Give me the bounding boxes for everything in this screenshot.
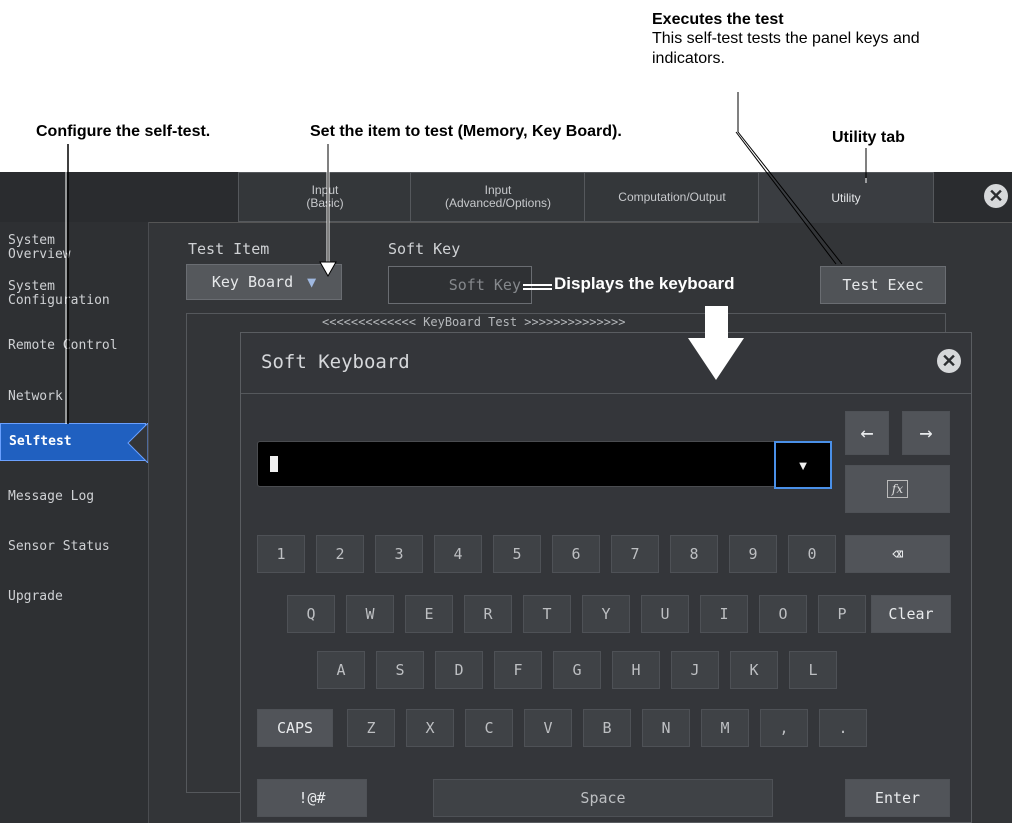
- callout-arrowhead-set-item: [319, 261, 337, 278]
- callout-overlay: [65, 92, 867, 424]
- big-down-arrow: [688, 306, 744, 380]
- callout-line-exec: [737, 92, 843, 265]
